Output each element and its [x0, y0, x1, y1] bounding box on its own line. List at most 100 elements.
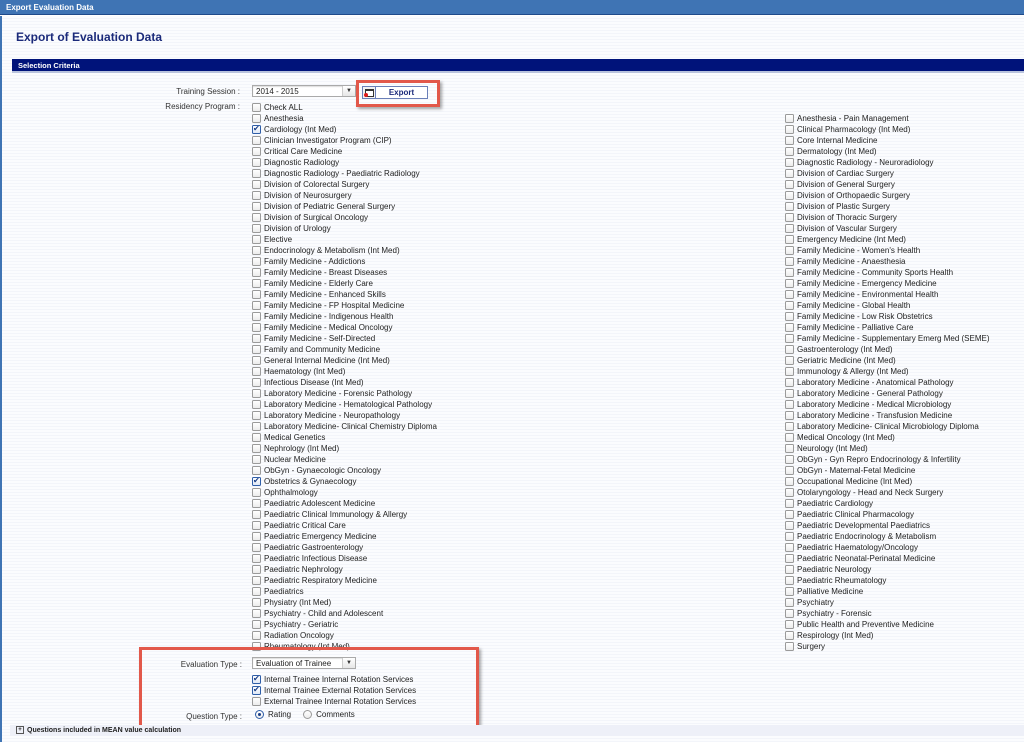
- residency-program-item[interactable]: Public Health and Preventive Medicine: [785, 619, 990, 630]
- residency-program-item[interactable]: Division of Orthopaedic Surgery: [785, 190, 990, 201]
- residency-program-item[interactable]: Psychiatry - Geriatric: [252, 619, 437, 630]
- residency-program-checkbox[interactable]: [785, 532, 794, 541]
- residency-program-checkbox[interactable]: [785, 345, 794, 354]
- question-type-rating[interactable]: Rating: [255, 710, 291, 719]
- residency-program-checkbox[interactable]: [785, 235, 794, 244]
- residency-program-checkbox[interactable]: [785, 356, 794, 365]
- residency-program-item[interactable]: Paediatric Cardiology: [785, 498, 990, 509]
- residency-program-checkbox[interactable]: [785, 301, 794, 310]
- residency-program-checkbox[interactable]: [785, 158, 794, 167]
- residency-program-checkbox[interactable]: [785, 257, 794, 266]
- residency-program-item[interactable]: Division of Neurosurgery: [252, 190, 437, 201]
- residency-program-item[interactable]: Paediatric Gastroenterology: [252, 542, 437, 553]
- residency-program-item[interactable]: Critical Care Medicine: [252, 146, 437, 157]
- residency-program-checkbox[interactable]: [252, 202, 261, 211]
- residency-program-item[interactable]: Paediatric Rheumatology: [785, 575, 990, 586]
- residency-program-item[interactable]: Infectious Disease (Int Med): [252, 377, 437, 388]
- residency-program-item[interactable]: Paediatric Neurology: [785, 564, 990, 575]
- residency-program-item[interactable]: Division of Thoracic Surgery: [785, 212, 990, 223]
- residency-program-item[interactable]: Paediatric Endocrinology & Metabolism: [785, 531, 990, 542]
- residency-program-item[interactable]: Paediatric Adolescent Medicine: [252, 498, 437, 509]
- residency-program-checkbox[interactable]: [785, 455, 794, 464]
- residency-program-checkbox[interactable]: [785, 499, 794, 508]
- residency-program-checkbox[interactable]: [785, 334, 794, 343]
- residency-program-checkbox[interactable]: [785, 642, 794, 651]
- residency-program-checkbox[interactable]: [785, 147, 794, 156]
- eval-option-item[interactable]: External Trainee Internal Rotation Servi…: [252, 696, 416, 707]
- residency-program-checkbox[interactable]: [252, 554, 261, 563]
- residency-program-item[interactable]: Paediatric Developmental Paediatrics: [785, 520, 990, 531]
- residency-program-item[interactable]: Nephrology (Int Med): [252, 443, 437, 454]
- radio-rating[interactable]: [255, 710, 264, 719]
- residency-program-item[interactable]: Radiation Oncology: [252, 630, 437, 641]
- residency-program-checkbox[interactable]: [785, 422, 794, 431]
- residency-program-checkbox[interactable]: [785, 598, 794, 607]
- residency-program-checkbox[interactable]: [252, 587, 261, 596]
- residency-program-item[interactable]: Core Internal Medicine: [785, 135, 990, 146]
- residency-program-checkbox[interactable]: [252, 268, 261, 277]
- residency-program-checkbox[interactable]: [785, 136, 794, 145]
- residency-program-checkbox[interactable]: [785, 554, 794, 563]
- residency-program-checkbox[interactable]: [252, 543, 261, 552]
- residency-program-item[interactable]: Paediatric Clinical Pharmacology: [785, 509, 990, 520]
- residency-program-checkbox[interactable]: [252, 433, 261, 442]
- residency-program-checkbox[interactable]: [252, 565, 261, 574]
- residency-program-checkbox[interactable]: [252, 235, 261, 244]
- eval-option-item[interactable]: Internal Trainee Internal Rotation Servi…: [252, 673, 416, 685]
- residency-program-checkbox[interactable]: [785, 323, 794, 332]
- residency-program-checkbox[interactable]: [252, 279, 261, 288]
- residency-program-checkbox[interactable]: [252, 378, 261, 387]
- residency-program-item[interactable]: Laboratory Medicine - Forensic Pathology: [252, 388, 437, 399]
- residency-program-item[interactable]: Palliative Medicine: [785, 586, 990, 597]
- residency-program-checkbox[interactable]: [785, 587, 794, 596]
- residency-program-checkbox[interactable]: [252, 334, 261, 343]
- residency-program-checkbox[interactable]: [785, 565, 794, 574]
- eval-option-checkbox[interactable]: [252, 673, 261, 684]
- residency-program-checkbox[interactable]: [785, 576, 794, 585]
- evaluation-type-select[interactable]: Evaluation of Trainee ▼: [252, 657, 356, 669]
- residency-program-checkbox[interactable]: [252, 246, 261, 255]
- residency-program-checkbox[interactable]: [252, 521, 261, 530]
- radio-comments[interactable]: [303, 710, 313, 719]
- questions-mean-section-toggle[interactable]: + Questions included in MEAN value calcul…: [10, 725, 1024, 736]
- residency-program-item[interactable]: Immunology & Allergy (Int Med): [785, 366, 990, 377]
- residency-program-item[interactable]: Geriatric Medicine (Int Med): [785, 355, 990, 366]
- residency-program-item[interactable]: Cardiology (Int Med): [252, 123, 437, 135]
- residency-program-item[interactable]: ObGyn - Gynaecologic Oncology: [252, 465, 437, 476]
- residency-program-checkbox[interactable]: [785, 488, 794, 497]
- residency-program-item[interactable]: Family Medicine - Supplementary Emerg Me…: [785, 333, 990, 344]
- residency-program-item[interactable]: Laboratory Medicine - General Pathology: [785, 388, 990, 399]
- residency-program-checkbox[interactable]: [252, 345, 261, 354]
- residency-program-checkbox[interactable]: [252, 312, 261, 321]
- residency-program-checkbox[interactable]: [252, 224, 261, 233]
- residency-program-item[interactable]: Surgery: [785, 641, 990, 652]
- residency-program-item[interactable]: ObGyn - Gyn Repro Endocrinology & Infert…: [785, 454, 990, 465]
- residency-program-item[interactable]: Laboratory Medicine- Clinical Microbiolo…: [785, 421, 990, 432]
- residency-program-item[interactable]: Anesthesia - Pain Management: [785, 113, 990, 124]
- residency-program-checkbox[interactable]: [785, 433, 794, 442]
- residency-program-item[interactable]: Medical Genetics: [252, 432, 437, 443]
- residency-program-checkbox[interactable]: [785, 312, 794, 321]
- residency-program-checkbox[interactable]: [252, 642, 261, 651]
- residency-program-checkbox[interactable]: [785, 510, 794, 519]
- residency-program-item[interactable]: Division of Plastic Surgery: [785, 201, 990, 212]
- residency-program-item[interactable]: Family Medicine - Environmental Health: [785, 289, 990, 300]
- residency-program-item[interactable]: Ophthalmology: [252, 487, 437, 498]
- residency-program-checkbox[interactable]: [252, 631, 261, 640]
- residency-program-item[interactable]: Division of Vascular Surgery: [785, 223, 990, 234]
- residency-program-checkbox[interactable]: [785, 631, 794, 640]
- residency-program-checkbox[interactable]: [785, 521, 794, 530]
- residency-program-checkbox[interactable]: [252, 422, 261, 431]
- residency-program-checkbox[interactable]: [252, 499, 261, 508]
- residency-program-item[interactable]: Dermatology (Int Med): [785, 146, 990, 157]
- residency-program-checkbox[interactable]: [785, 290, 794, 299]
- check-all-item[interactable]: Check ALL: [252, 102, 437, 113]
- residency-program-item[interactable]: Nuclear Medicine: [252, 454, 437, 465]
- residency-program-checkbox[interactable]: [785, 444, 794, 453]
- residency-program-item[interactable]: Clinician Investigator Program (CIP): [252, 135, 437, 146]
- residency-program-checkbox[interactable]: [252, 180, 261, 189]
- residency-program-item[interactable]: Clinical Pharmacology (Int Med): [785, 124, 990, 135]
- residency-program-checkbox[interactable]: [252, 510, 261, 519]
- residency-program-checkbox[interactable]: [252, 114, 261, 123]
- residency-program-checkbox[interactable]: [252, 147, 261, 156]
